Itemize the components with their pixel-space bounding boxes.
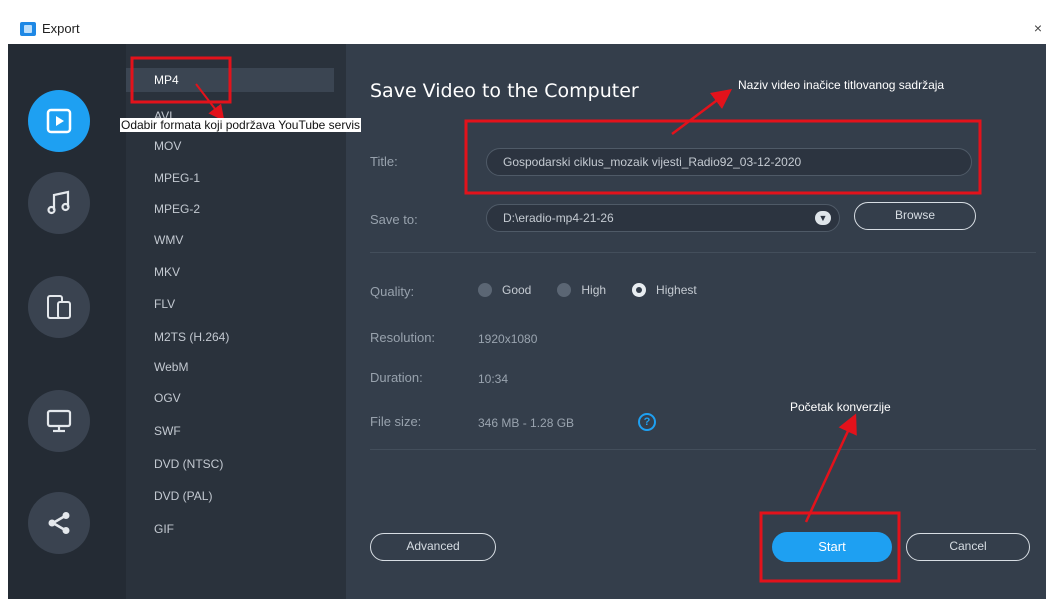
radio-dot: [557, 283, 572, 297]
save-to-path: D:\eradio-mp4-21-26: [503, 211, 614, 225]
window-title-bar: Export ×: [8, 16, 1046, 44]
format-item-flv[interactable]: FLV: [126, 292, 334, 316]
quality-label: Quality:: [370, 284, 415, 299]
chevron-down-icon[interactable]: ▼: [815, 211, 831, 225]
quality-radio-group: Good High Highest: [478, 280, 723, 300]
export-settings-panel: Save Video to the Computer Title: Gospod…: [346, 44, 1046, 599]
duration-label: Duration:: [370, 370, 423, 385]
format-item-swf[interactable]: SWF: [126, 419, 334, 443]
divider: [370, 449, 1036, 450]
resolution-label: Resolution:: [370, 330, 436, 345]
question-mark-icon[interactable]: ?: [638, 413, 656, 431]
rail-audio-button[interactable]: [28, 172, 90, 234]
rail-share-button[interactable]: [28, 492, 90, 554]
file-size-value: 346 MB - 1.28 GB: [478, 416, 575, 430]
format-item-m2ts[interactable]: M2TS (H.264): [126, 325, 334, 349]
annotation-title-note: Naziv video inačice titlovanog sadržaja: [738, 78, 945, 92]
format-item-gif[interactable]: GIF: [126, 517, 334, 541]
devices-icon: [47, 295, 71, 319]
close-window-button[interactable]: ×: [1034, 20, 1042, 36]
format-item-wmv[interactable]: WMV: [126, 228, 334, 252]
format-item-mov[interactable]: MOV: [126, 134, 334, 158]
start-button[interactable]: Start: [772, 532, 892, 562]
title-input[interactable]: Gospodarski ciklus_mozaik vijesti_Radio9…: [486, 148, 972, 176]
quality-highest-label: Highest: [656, 283, 697, 297]
resolution-value: 1920x1080: [478, 332, 538, 346]
format-item-ogv[interactable]: OGV: [126, 386, 334, 410]
quality-high-radio[interactable]: High: [557, 283, 606, 297]
duration-value: 10:34: [478, 372, 509, 386]
format-item-webm[interactable]: WebM: [126, 355, 334, 379]
app-icon: [20, 22, 36, 36]
rail-tv-button[interactable]: [28, 390, 90, 452]
advanced-button[interactable]: Advanced: [370, 533, 496, 561]
format-item-dvd-ntsc[interactable]: DVD (NTSC): [126, 452, 334, 476]
quality-highest-radio[interactable]: Highest: [632, 283, 697, 297]
video-file-icon: [46, 108, 72, 134]
panel-heading: Save Video to the Computer: [370, 80, 639, 102]
monitor-icon: [46, 409, 72, 433]
file-size-label: File size:: [370, 414, 422, 429]
format-item-mpeg2[interactable]: MPEG-2: [126, 197, 334, 221]
cancel-button[interactable]: Cancel: [906, 533, 1030, 561]
category-rail: [8, 44, 126, 599]
quality-good-label: Good: [502, 283, 532, 297]
annotation-start-note: Početak konverzije: [790, 400, 891, 414]
radio-dot: [478, 283, 492, 297]
quality-high-label: High: [581, 283, 607, 297]
save-to-field[interactable]: D:\eradio-mp4-21-26 ▼: [486, 204, 840, 232]
rail-devices-button[interactable]: [28, 276, 90, 338]
rail-video-button[interactable]: [28, 90, 90, 152]
window-title: Export: [42, 21, 80, 36]
format-item-mkv[interactable]: MKV: [126, 260, 334, 284]
annotation-format-note: Odabir formata koji podržava YouTube ser…: [120, 118, 362, 132]
format-item-mpeg1[interactable]: MPEG-1: [126, 166, 334, 190]
save-to-label: Save to:: [370, 212, 418, 227]
format-item-dvd-pal[interactable]: DVD (PAL): [126, 484, 334, 508]
divider: [370, 252, 1036, 253]
radio-dot-selected: [632, 283, 647, 297]
music-note-icon: [47, 190, 70, 215]
share-icon: [48, 512, 70, 534]
title-label: Title:: [370, 154, 398, 169]
format-item-mp4[interactable]: MP4: [126, 68, 334, 92]
browse-button[interactable]: Browse: [854, 202, 976, 230]
quality-good-radio[interactable]: Good: [478, 283, 531, 297]
